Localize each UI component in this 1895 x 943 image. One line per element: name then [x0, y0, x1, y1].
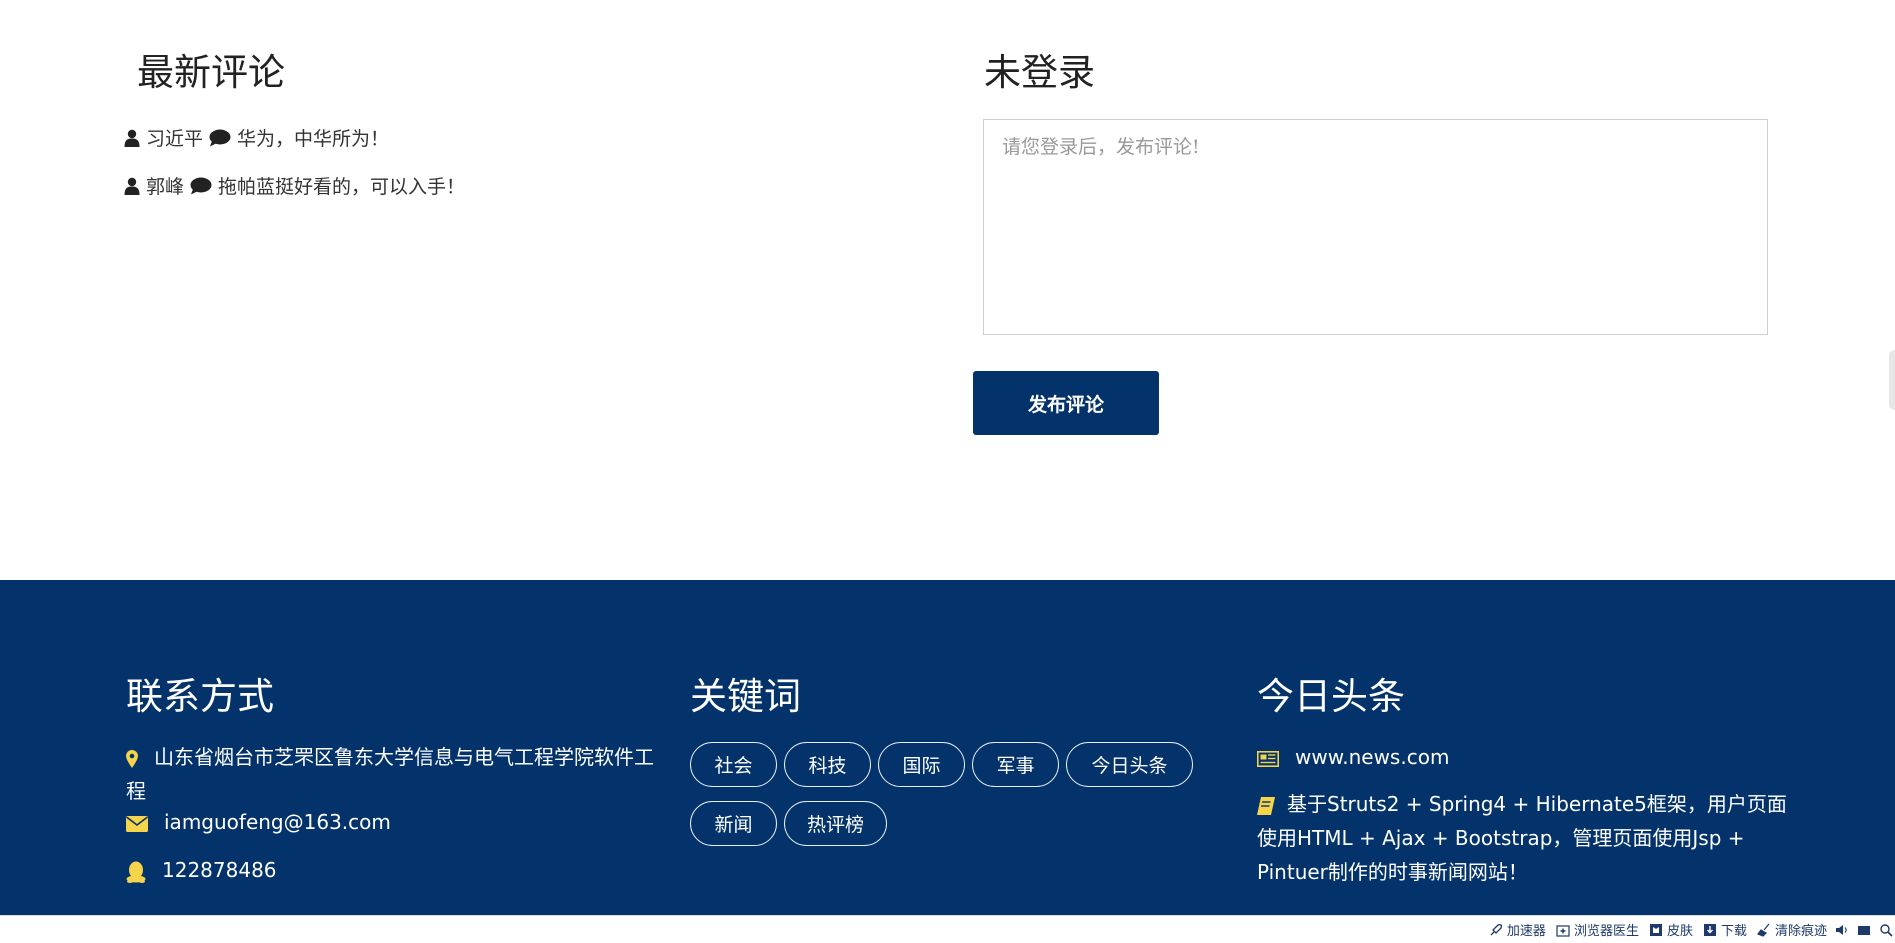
keyword-tag[interactable]: 热评榜	[784, 801, 888, 846]
comment-user: 习近平	[146, 128, 204, 150]
skin-label: 皮肤	[1666, 924, 1693, 939]
shirt-icon	[1649, 923, 1662, 936]
comment-bubble-icon	[190, 177, 212, 194]
contact-title: 联系方式	[126, 675, 274, 718]
headline-description: 基于Struts2 + Spring4 + Hibernate5框架，用户页面使…	[1257, 787, 1787, 889]
side-scroll-tab[interactable]	[1889, 350, 1895, 410]
latest-comments-title: 最新评论	[137, 51, 285, 94]
browser-doctor-button[interactable]: 浏览器医生	[1556, 920, 1639, 939]
window-icon[interactable]	[1857, 923, 1871, 937]
accelerator-button[interactable]: 加速器	[1489, 920, 1546, 939]
keyword-tag[interactable]: 社会	[690, 742, 777, 787]
clear-traces-button[interactable]: 清除痕迹	[1757, 920, 1827, 939]
footer: 联系方式 关键词 今日头条 山东省烟台市芝罘区鲁东大学信息与电气工程学院软件工程…	[0, 580, 1895, 915]
contact-email: iamguofeng@163.com	[126, 805, 391, 839]
login-status-title: 未登录	[984, 51, 1095, 94]
keyword-tag[interactable]: 科技	[784, 742, 871, 787]
download-icon	[1703, 923, 1716, 936]
rocket-icon	[1490, 923, 1502, 935]
comment-user: 郭峰	[146, 176, 185, 198]
comment-text: 华为，中华所为！	[237, 128, 390, 150]
submit-comment-button[interactable]: 发布评论	[973, 371, 1159, 435]
envelope-icon	[126, 815, 148, 832]
main-content: 最新评论 习近平 华为，中华所为！ 郭峰 拖帕蓝挺好看的，可以入手！ 未登录 发…	[0, 0, 1895, 580]
user-icon	[124, 129, 140, 147]
comment-item: 习近平 华为，中华所为！	[124, 124, 389, 151]
skin-button[interactable]: 皮肤	[1649, 920, 1693, 939]
browser-status-bar: 加速器 浏览器医生 皮肤 下载 清除痕迹	[0, 915, 1895, 943]
book-icon	[1257, 796, 1275, 815]
accelerator-label: 加速器	[1506, 924, 1546, 939]
contact-address: 山东省烟台市芝罘区鲁东大学信息与电气工程学院软件工程	[126, 740, 656, 808]
comment-item: 郭峰 拖帕蓝挺好看的，可以入手！	[124, 172, 465, 199]
zoom-icon[interactable]	[1879, 923, 1893, 937]
speaker-icon[interactable]	[1835, 923, 1849, 937]
download-label: 下载	[1720, 924, 1747, 939]
newspaper-icon	[1257, 750, 1279, 767]
comment-bubble-icon	[209, 129, 231, 146]
comment-input[interactable]	[983, 119, 1768, 335]
keyword-tag[interactable]: 今日头条	[1066, 742, 1193, 787]
site-text[interactable]: www.news.com	[1295, 745, 1449, 769]
comment-text: 拖帕蓝挺好看的，可以入手！	[218, 176, 466, 198]
contact-qq: 122878486	[126, 853, 277, 887]
browser-doctor-label: 浏览器医生	[1573, 924, 1639, 939]
map-marker-icon	[126, 749, 138, 768]
email-text: iamguofeng@163.com	[164, 810, 391, 834]
qq-icon	[126, 861, 146, 883]
user-icon	[124, 177, 140, 195]
broom-icon	[1757, 923, 1770, 937]
keywords-title: 关键词	[690, 675, 801, 718]
keyword-tag[interactable]: 军事	[972, 742, 1059, 787]
headlines-title: 今日头条	[1257, 675, 1405, 718]
description-text: 基于Struts2 + Spring4 + Hibernate5框架，用户页面使…	[1257, 792, 1787, 884]
keyword-tag[interactable]: 新闻	[690, 801, 777, 846]
address-text: 山东省烟台市芝罘区鲁东大学信息与电气工程学院软件工程	[126, 745, 654, 803]
headline-site: www.news.com	[1257, 740, 1449, 774]
qq-text: 122878486	[162, 858, 277, 882]
medkit-icon	[1556, 924, 1570, 937]
keyword-tag[interactable]: 国际	[878, 742, 965, 787]
keyword-tags: 社会 科技 国际 军事 今日头条 新闻 热评榜	[690, 742, 1210, 846]
clear-traces-label: 清除痕迹	[1774, 924, 1827, 939]
download-button[interactable]: 下载	[1703, 920, 1747, 939]
